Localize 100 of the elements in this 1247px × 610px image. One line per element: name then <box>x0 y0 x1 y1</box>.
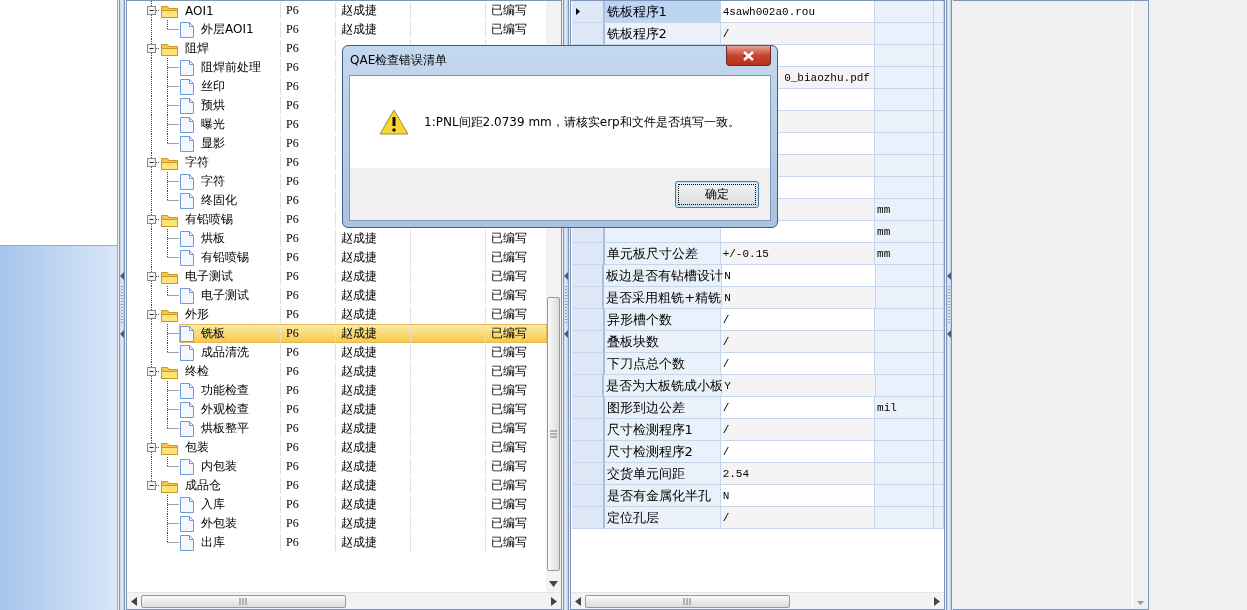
collapse-toggle-icon[interactable] <box>147 6 156 15</box>
scrollbar-thumb[interactable] <box>585 594 790 608</box>
property-value[interactable]: Y <box>722 375 876 397</box>
tree-node-label[interactable]: 成品清洗 <box>201 344 249 361</box>
tree-line <box>151 96 179 115</box>
splitter-grip-icon[interactable] <box>119 272 125 338</box>
tree-node-label[interactable]: 铣板 <box>201 325 225 342</box>
row-header[interactable] <box>572 1 605 23</box>
tree-node-label[interactable]: 包装 <box>185 439 209 456</box>
tree-node-label[interactable]: 阻焊 <box>185 40 209 57</box>
tree-node-label[interactable]: 阻焊前处理 <box>201 59 261 76</box>
collapse-toggle-icon[interactable] <box>147 158 156 167</box>
document-icon <box>180 78 194 95</box>
table-cell: 赵成捷 <box>341 325 377 342</box>
table-cell: 赵成捷 <box>341 382 377 399</box>
tree-node-label[interactable]: 终检 <box>185 363 209 380</box>
tree-node-label[interactable]: 入库 <box>201 496 225 513</box>
tree-node-label[interactable]: 烘板整平 <box>201 420 249 437</box>
splitter-grip-icon[interactable] <box>946 272 952 338</box>
table-cell: 赵成捷 <box>341 306 377 323</box>
property-value[interactable]: / <box>720 23 876 45</box>
tree-node-label[interactable]: 烘板 <box>201 230 225 247</box>
tree-node-label[interactable]: 出库 <box>201 534 225 551</box>
table-cell: P6 <box>286 326 299 341</box>
property-value[interactable]: +/-0.15 <box>720 243 876 265</box>
scroll-left-icon[interactable] <box>131 596 137 606</box>
table-cell: 已编写 <box>491 439 527 456</box>
scroll-left-icon[interactable] <box>575 596 581 606</box>
tree-node-label[interactable]: 电子测试 <box>201 287 249 304</box>
table-cell: P6 <box>286 136 299 151</box>
collapse-toggle-icon[interactable] <box>147 310 156 319</box>
tree-node-label[interactable]: 外包装 <box>201 515 237 532</box>
dropdown-arrow-icon[interactable] <box>1137 601 1144 605</box>
collapse-toggle-icon[interactable] <box>147 367 156 376</box>
tree-line <box>151 115 179 134</box>
close-button[interactable] <box>726 46 771 66</box>
tree-node-label[interactable]: 曝光 <box>201 116 225 133</box>
scrollbar-thumb[interactable] <box>141 594 346 608</box>
scroll-right-icon[interactable] <box>551 596 557 606</box>
scroll-right-icon[interactable] <box>934 596 940 606</box>
table-cell: 已编写 <box>491 363 527 380</box>
table-cell: P6 <box>286 3 299 18</box>
tree-node-label[interactable]: 电子测试 <box>185 268 233 285</box>
folder-icon <box>161 440 178 455</box>
tree-node-label[interactable]: 字符 <box>201 173 225 190</box>
tree-node-label[interactable]: 功能检查 <box>201 382 249 399</box>
tree-node-label[interactable]: 外观检查 <box>201 401 249 418</box>
table-cell: P6 <box>286 497 299 512</box>
table-cell: P6 <box>286 193 299 208</box>
tree-node-label[interactable]: 终固化 <box>201 192 237 209</box>
ok-button[interactable]: 确定 <box>675 180 759 208</box>
document-icon <box>180 230 194 247</box>
splitter-grip-icon[interactable] <box>563 272 569 338</box>
collapse-toggle-icon[interactable] <box>147 272 156 281</box>
table-cell: P6 <box>286 364 299 379</box>
document-icon <box>180 192 194 209</box>
tree-node-label[interactable]: 显影 <box>201 135 225 152</box>
scrollbar-thumb[interactable] <box>547 297 560 571</box>
table-cell: P6 <box>286 212 299 227</box>
document-icon <box>180 458 194 475</box>
tree-node-label[interactable]: 内包装 <box>201 458 237 475</box>
tree-node-label[interactable]: 有铅喷锡 <box>185 211 233 228</box>
tree-node-label[interactable]: 丝印 <box>201 78 225 95</box>
dialog-title: QAE检查错误清单 <box>349 52 448 69</box>
folder-icon <box>161 212 178 227</box>
table-cell: P6 <box>286 79 299 94</box>
collapse-toggle-icon[interactable] <box>147 443 156 452</box>
property-value[interactable]: N <box>722 287 876 309</box>
document-icon <box>180 116 194 133</box>
property-value[interactable]: 2.54 <box>720 463 876 485</box>
selected-row-highlight[interactable]: 铣板 P6 赵成捷 已编写 <box>179 324 547 343</box>
scroll-down-icon[interactable] <box>549 581 558 587</box>
tree-node-label[interactable]: 成品仓 <box>185 477 221 494</box>
document-icon <box>180 325 194 342</box>
collapse-toggle-icon[interactable] <box>147 44 156 53</box>
tree-node-label[interactable]: 字符 <box>185 154 209 171</box>
property-value[interactable]: / <box>720 507 876 529</box>
unit-cell: mm <box>875 221 935 243</box>
tree-node-label[interactable]: 预烘 <box>201 97 225 114</box>
table-cell: 已编写 <box>491 496 527 513</box>
table-cell: 已编写 <box>491 287 527 304</box>
folder-icon <box>161 41 178 56</box>
property-value[interactable]: / <box>720 419 876 441</box>
document-icon <box>180 496 194 513</box>
tree-node-label[interactable]: 外层AOI1 <box>201 21 254 38</box>
tree-node-label[interactable]: 有铅喷锡 <box>201 249 249 266</box>
horizontal-scrollbar[interactable] <box>571 592 944 609</box>
collapse-toggle-icon[interactable] <box>147 481 156 490</box>
table-cell: P6 <box>286 440 299 455</box>
property-label: 交货单元间距 <box>604 463 721 485</box>
property-label: 图形到边公差 <box>604 397 721 419</box>
property-value[interactable]: / <box>720 331 876 353</box>
table-cell: 赵成捷 <box>341 268 377 285</box>
table-cell: 赵成捷 <box>341 496 377 513</box>
tree-node-label[interactable]: 外形 <box>185 306 209 323</box>
tree-node-label[interactable]: AOI1 <box>185 3 214 18</box>
horizontal-scrollbar[interactable] <box>127 592 561 609</box>
collapse-toggle-icon[interactable] <box>147 215 156 224</box>
table-cell: 赵成捷 <box>341 515 377 532</box>
dialog-message: 1:PNL间距2.0739 mm，请核实erp和文件是否填写一致。 <box>424 113 740 131</box>
